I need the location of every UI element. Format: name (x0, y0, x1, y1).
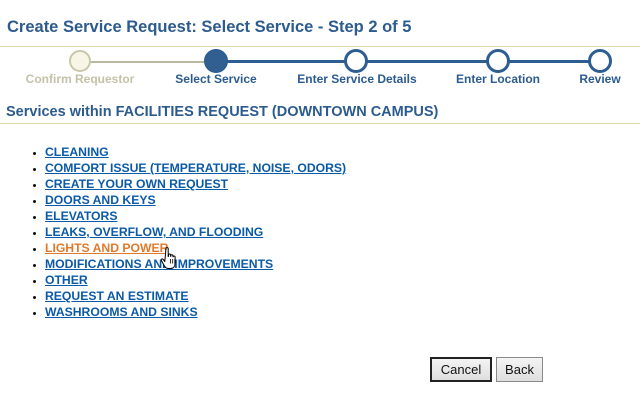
step-1-label: Confirm Requestor (25, 72, 135, 86)
service-link-doors-and-keys[interactable]: DOORS AND KEYS (45, 193, 156, 207)
list-item: DOORS AND KEYS (45, 192, 346, 208)
service-link-other[interactable]: OTHER (45, 273, 88, 287)
hand-pointer-icon (160, 247, 176, 269)
step-2-circle (204, 49, 228, 73)
step-5-circle (588, 49, 612, 73)
list-item: LEAKS, OVERFLOW, AND FLOODING (45, 224, 346, 240)
service-link-elevators[interactable]: ELEVATORS (45, 209, 117, 223)
list-item: CREATE YOUR OWN REQUEST (45, 176, 346, 192)
step-1-circle (69, 50, 91, 72)
step-5-label: Review (579, 72, 621, 86)
service-link-create-your-own[interactable]: CREATE YOUR OWN REQUEST (45, 177, 228, 191)
section-heading: Services within FACILITIES REQUEST (DOWN… (6, 104, 439, 120)
page-title: Create Service Request: Select Service -… (7, 18, 412, 36)
wizard-line-completed (80, 61, 216, 63)
list-item: LIGHTS AND POWER (45, 240, 346, 256)
list-item: COMFORT ISSUE (TEMPERATURE, NOISE, ODORS… (45, 160, 346, 176)
list-item: MODIFICATIONS AND IMPROVEMENTS (45, 256, 346, 272)
service-link-washrooms[interactable]: WASHROOMS AND SINKS (45, 305, 198, 319)
step-4-circle (486, 49, 510, 73)
step-3-circle (344, 49, 368, 73)
list-item: REQUEST AN ESTIMATE (45, 288, 346, 304)
service-link-request-estimate[interactable]: REQUEST AN ESTIMATE (45, 289, 189, 303)
wizard-line-remaining (216, 60, 600, 63)
service-link-cleaning[interactable]: CLEANING (45, 145, 109, 159)
service-link-leaks[interactable]: LEAKS, OVERFLOW, AND FLOODING (45, 225, 263, 239)
service-link-comfort-issue[interactable]: COMFORT ISSUE (TEMPERATURE, NOISE, ODORS… (45, 161, 346, 175)
wizard-progress: Confirm Requestor Select Service Enter S… (0, 47, 640, 95)
cancel-button[interactable]: Cancel (430, 357, 492, 382)
list-item: OTHER (45, 272, 346, 288)
step-2-label: Select Service (175, 72, 257, 86)
service-link-lights-and-power[interactable]: LIGHTS AND POWER (45, 241, 168, 255)
step-3-label: Enter Service Details (297, 72, 417, 86)
back-button[interactable]: Back (496, 357, 543, 382)
service-list: CLEANING COMFORT ISSUE (TEMPERATURE, NOI… (28, 144, 346, 320)
step-4-label: Enter Location (455, 72, 541, 86)
section-divider (0, 123, 640, 124)
list-item: CLEANING (45, 144, 346, 160)
list-item: WASHROOMS AND SINKS (45, 304, 346, 320)
list-item: ELEVATORS (45, 208, 346, 224)
